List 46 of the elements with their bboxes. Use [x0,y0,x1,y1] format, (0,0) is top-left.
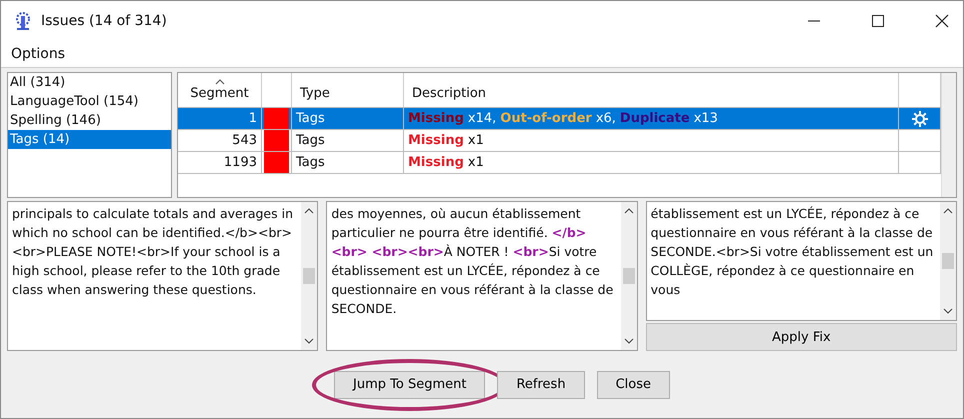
table-cell: Missing x14, Out-of-order x6, Duplicate x13 [404,108,899,129]
table-row[interactable]: 1193 Tags Missing x1 [178,152,941,174]
table-cell: 543 [178,130,262,151]
settings-icon[interactable] [910,110,928,128]
category-item[interactable]: All (314) [8,73,171,92]
column-header[interactable]: Segment [178,73,262,107]
dialog-button[interactable]: Refresh [497,370,585,398]
table-cell: Missing x1 [404,130,899,151]
scrollbar[interactable] [940,202,956,320]
scroll-thumb[interactable] [303,268,316,284]
table-row[interactable]: 543 Tags Missing x1 [178,130,941,152]
segment-text: principals to calculate totals and averages in which no school can be identified.</b><br><br>PLEASE NOTE!<br>If your school is a high school, please refer to the 10th grade class when answering these questions. [11,205,294,299]
table-cell: Tags [292,108,404,129]
segment-text: des moyennes, où aucun établissement particulier ne pourra être identifié. </b><br> <br><br>À NOTER ! <br>Si votre établissement est un LYCÉE, répondez à ce questionnaire en vous référant à la classe de SECONDE. [330,205,614,318]
category-item[interactable]: Spelling (146) [8,111,171,130]
scroll-thumb[interactable] [622,268,635,284]
table-cell: 1193 [178,152,262,173]
category-item[interactable]: Tags (14) [8,130,171,149]
column-header[interactable]: Type [292,73,404,107]
scrollbar[interactable] [301,202,318,350]
table-cell: Tags [292,130,404,151]
scrollbar[interactable] [620,202,637,350]
scroll-thumb[interactable] [942,253,954,269]
scroll-down-icon[interactable] [624,338,634,344]
scroll-up-icon[interactable] [624,208,634,214]
app-icon [13,11,33,31]
menu-item[interactable]: Options [11,46,66,62]
table-cell: 1 [178,108,262,129]
close-icon[interactable] [935,14,949,28]
dialog-button[interactable]: Jump To Segment [334,370,486,398]
apply-fix-button[interactable]: Apply Fix [646,323,957,351]
scroll-up-icon[interactable] [942,208,953,214]
scroll-down-icon[interactable] [942,308,953,314]
sort-caret-icon [214,79,224,85]
window-title: Issues (14 of 314) [41,13,167,29]
category-item[interactable]: LanguageTool (154) [8,92,171,111]
dialog-button[interactable]: Close [596,370,670,398]
table-cell: Missing x1 [404,152,899,173]
column-header[interactable]: Description [404,73,899,107]
table-cell: Tags [292,152,404,173]
scroll-down-icon[interactable] [304,338,314,344]
scroll-up-icon[interactable] [304,208,314,214]
table-row[interactable]: 1 Tags Missing x14, Out-of-order x6, Duplicate x13 [178,108,941,130]
maximize-icon[interactable] [871,14,885,28]
scrollbar[interactable] [941,73,956,197]
segment-text: établissement est un LYCÉE, répondez à ce questionnaire en vous référant à la classe de SECONDE.<br>Si votre établissement est un COLLÈGE, répondez à ce questionnaire en vous [650,205,934,299]
